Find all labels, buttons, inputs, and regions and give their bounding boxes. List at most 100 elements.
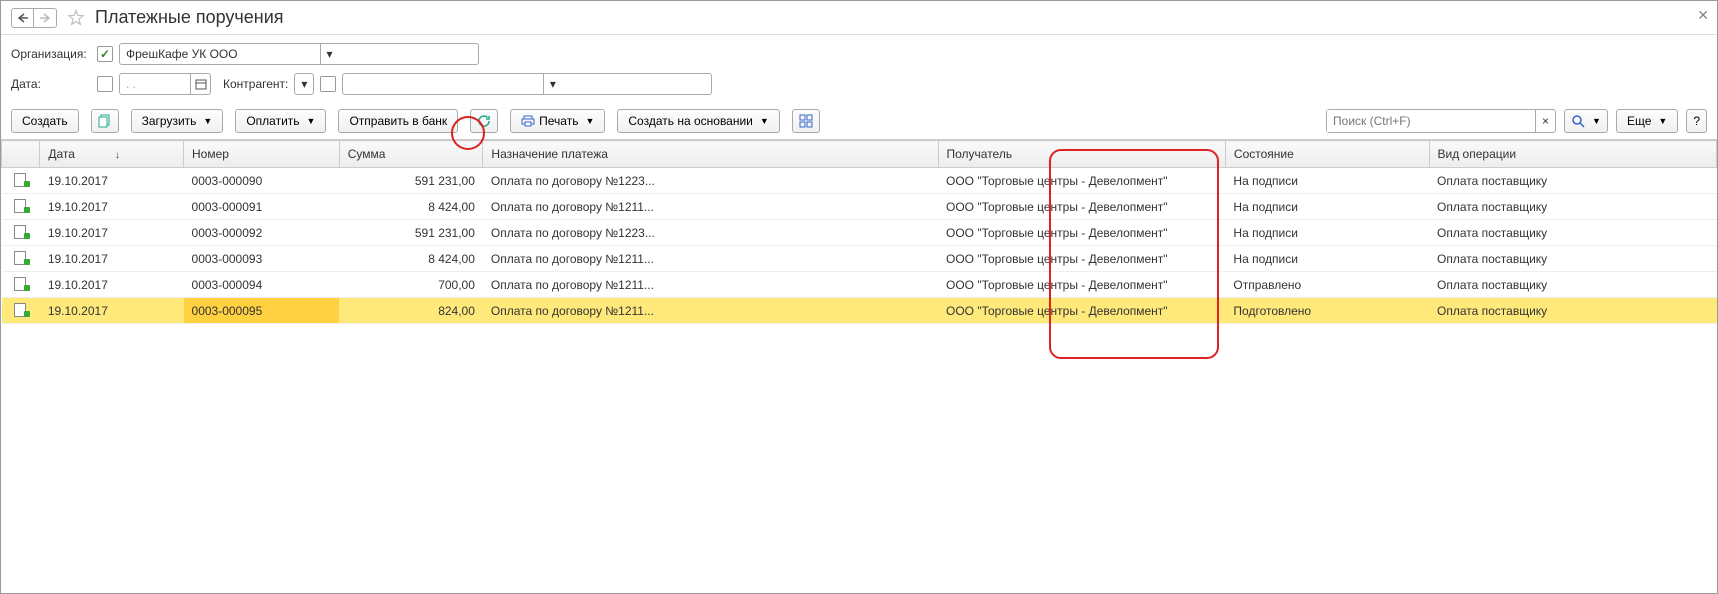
cell-date: 19.10.2017 <box>40 298 184 324</box>
date-label: Дата: <box>11 77 91 91</box>
nav-buttons <box>11 8 57 28</box>
table-row[interactable]: 19.10.20170003-000095824,00Оплата по дог… <box>2 298 1717 324</box>
col-operation-header[interactable]: Вид операции <box>1429 141 1716 168</box>
pay-button[interactable]: Оплатить▼ <box>235 109 326 133</box>
cell-number: 0003-000090 <box>184 168 340 194</box>
send-to-bank-button[interactable]: Отправить в банк <box>338 109 458 133</box>
calendar-icon[interactable] <box>190 74 210 94</box>
search-button[interactable]: ▼ <box>1564 109 1608 133</box>
org-label: Организация: <box>11 47 91 61</box>
cell-number: 0003-000095 <box>184 298 340 324</box>
cell-number: 0003-000092 <box>184 220 340 246</box>
copy-button[interactable] <box>91 109 119 133</box>
row-status-icon <box>2 194 40 220</box>
row-status-icon <box>2 220 40 246</box>
cell-sum: 8 424,00 <box>339 194 483 220</box>
pay-label: Оплатить <box>246 114 299 128</box>
refresh-button[interactable] <box>470 109 498 133</box>
create-based-on-button[interactable]: Создать на основании▼ <box>617 109 779 133</box>
cell-date: 19.10.2017 <box>40 168 184 194</box>
cell-purpose: Оплата по договору №1211... <box>483 246 938 272</box>
load-button[interactable]: Загрузить▼ <box>131 109 224 133</box>
star-icon[interactable] <box>67 9 95 27</box>
row-status-icon <box>2 272 40 298</box>
table-row[interactable]: 19.10.20170003-000092591 231,00Оплата по… <box>2 220 1717 246</box>
structure-button[interactable] <box>792 109 820 133</box>
help-label: ? <box>1693 114 1700 128</box>
col-status-header[interactable]: Состояние <box>1225 141 1429 168</box>
cell-recipient: ООО "Торговые центры - Девелопмент" <box>938 272 1225 298</box>
chevron-down-icon[interactable]: ▾ <box>320 44 338 64</box>
date-input[interactable]: . . <box>119 73 211 95</box>
sort-desc-icon: ↓ <box>115 150 120 161</box>
col-purpose-header[interactable]: Назначение платежа <box>483 141 938 168</box>
col-recipient-header[interactable]: Получатель <box>938 141 1225 168</box>
search-clear-icon[interactable]: × <box>1535 110 1555 132</box>
col-icon-header[interactable] <box>2 141 40 168</box>
cell-status: Подготовлено <box>1225 298 1429 324</box>
counterparty-filter-checkbox[interactable] <box>320 76 336 92</box>
col-sum-header[interactable]: Сумма <box>339 141 483 168</box>
date-value: . . <box>120 74 190 94</box>
table-row[interactable]: 19.10.20170003-000094700,00Оплата по дог… <box>2 272 1717 298</box>
create-based-label: Создать на основании <box>628 114 753 128</box>
counterparty-type-combo[interactable]: ▾ <box>294 73 314 95</box>
cell-operation: Оплата поставщику <box>1429 272 1716 298</box>
row-status-icon <box>2 246 40 272</box>
create-button[interactable]: Создать <box>11 109 79 133</box>
row-status-icon <box>2 168 40 194</box>
table-row[interactable]: 19.10.20170003-0000918 424,00Оплата по д… <box>2 194 1717 220</box>
load-label: Загрузить <box>142 114 197 128</box>
counterparty-combo[interactable]: ▾ <box>342 73 712 95</box>
cell-status: Отправлено <box>1225 272 1429 298</box>
cell-status: На подписи <box>1225 220 1429 246</box>
cell-operation: Оплата поставщику <box>1429 194 1716 220</box>
cell-date: 19.10.2017 <box>40 272 184 298</box>
cell-number: 0003-000093 <box>184 246 340 272</box>
org-combo[interactable]: ФрешКафе УК ООО ▾ <box>119 43 479 65</box>
cell-number: 0003-000091 <box>184 194 340 220</box>
cell-recipient: ООО "Торговые центры - Девелопмент" <box>938 298 1225 324</box>
cell-sum: 700,00 <box>339 272 483 298</box>
nav-back-button[interactable] <box>12 9 34 27</box>
search-input[interactable] <box>1327 110 1535 132</box>
org-combo-value: ФрешКафе УК ООО <box>120 44 320 64</box>
cell-operation: Оплата поставщику <box>1429 246 1716 272</box>
org-filter-checkbox[interactable] <box>97 46 113 62</box>
table-row[interactable]: 19.10.20170003-000090591 231,00 Оплата по… <box>2 168 1717 194</box>
cell-operation: Оплата поставщику <box>1429 298 1716 324</box>
date-filter-checkbox[interactable] <box>97 76 113 92</box>
cell-date: 19.10.2017 <box>40 220 184 246</box>
page-title: Платежные поручения <box>95 7 284 28</box>
col-number-header[interactable]: Номер <box>184 141 340 168</box>
cell-status: На подписи <box>1225 194 1429 220</box>
cell-sum: 591 231,00 <box>339 168 483 194</box>
cell-purpose: Оплата по договору №1223... <box>483 220 938 246</box>
chevron-down-icon[interactable]: ▾ <box>543 74 561 94</box>
cell-purpose: Оплата по договору №1211... <box>483 194 938 220</box>
cell-sum: 591 231,00 <box>339 220 483 246</box>
nav-forward-button[interactable] <box>34 9 56 27</box>
table-row[interactable]: 19.10.20170003-0000938 424,00Оплата по д… <box>2 246 1717 272</box>
search-field[interactable]: × <box>1326 109 1556 133</box>
cell-date: 19.10.2017 <box>40 246 184 272</box>
print-button[interactable]: Печать▼ <box>510 109 605 133</box>
cell-number: 0003-000094 <box>184 272 340 298</box>
row-status-icon <box>2 298 40 324</box>
close-button[interactable]: ✕ <box>1697 7 1709 24</box>
cell-date: 19.10.2017 <box>40 194 184 220</box>
chevron-down-icon[interactable]: ▾ <box>295 74 313 94</box>
more-button[interactable]: Еще▼ <box>1616 109 1678 133</box>
col-date-header[interactable]: Дата↓ <box>40 141 184 168</box>
cell-operation: Оплата поставщику <box>1429 220 1716 246</box>
cell-purpose: Оплата по договору №1211... <box>483 272 938 298</box>
counterparty-value <box>343 74 543 94</box>
cell-recipient: ООО "Торговые центры - Девелопмент" <box>938 194 1225 220</box>
help-button[interactable]: ? <box>1686 109 1707 133</box>
counterparty-label: Контрагент: <box>223 77 288 91</box>
cell-status: На подписи <box>1225 168 1429 194</box>
documents-table: Дата↓ Номер Сумма Назначение платежа Пол… <box>1 140 1717 324</box>
cell-sum: 8 424,00 <box>339 246 483 272</box>
cell-operation: Оплата поставщику <box>1429 168 1716 194</box>
cell-status: На подписи <box>1225 246 1429 272</box>
